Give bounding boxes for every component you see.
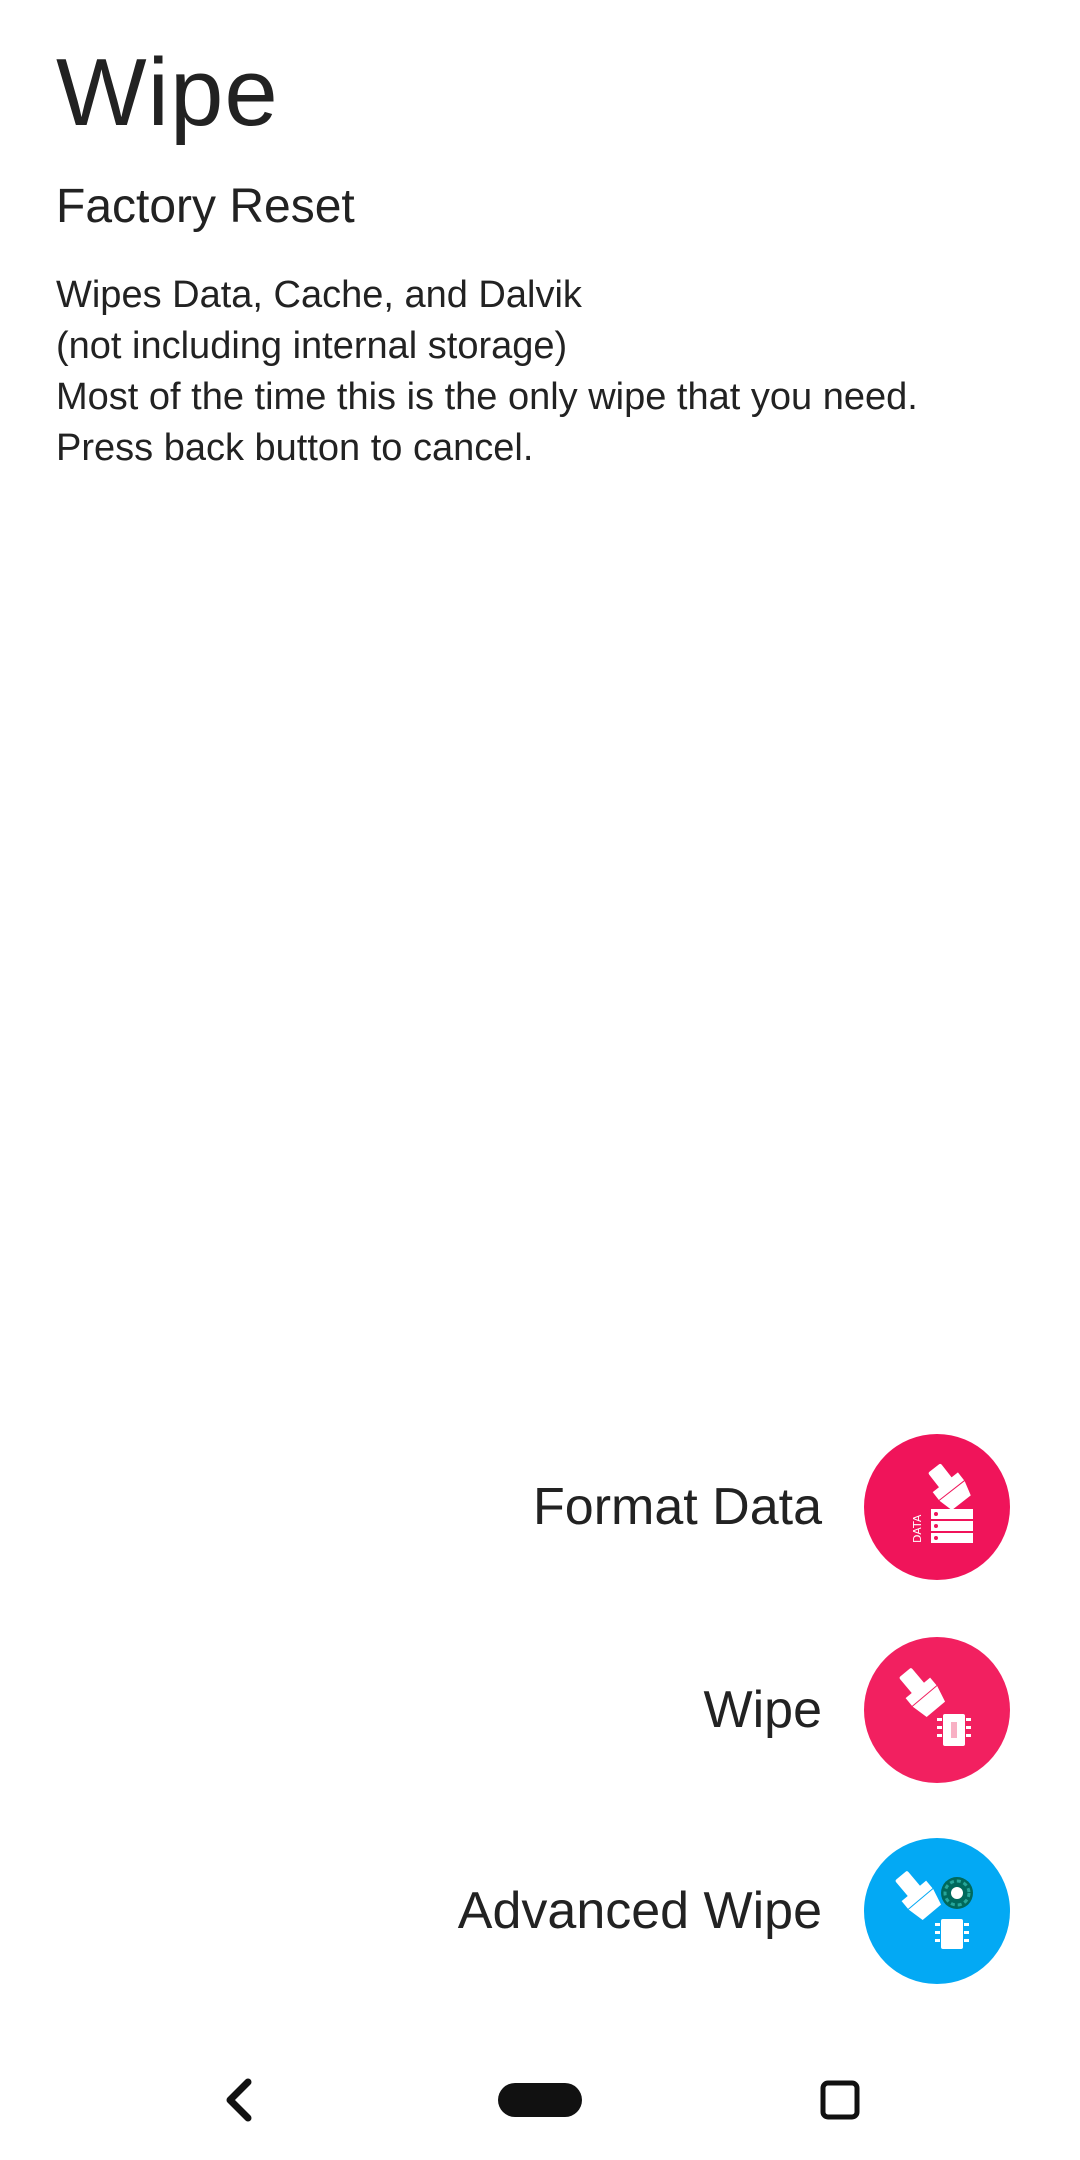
back-button[interactable] — [200, 2060, 280, 2140]
description-line: (not including internal storage) — [56, 325, 568, 367]
recents-icon — [820, 2080, 860, 2120]
svg-text:DATA: DATA — [911, 1514, 924, 1543]
advanced-wipe-label: Advanced Wipe — [457, 1882, 822, 1940]
format-data-icon: DATA — [911, 1463, 973, 1543]
page-title: Wipe — [56, 39, 279, 146]
format-data-button[interactable]: DATA — [864, 1434, 1010, 1580]
description: Wipes Data, Cache, and Dalvik (not inclu… — [56, 270, 1036, 474]
navigation-bar — [0, 2020, 1080, 2160]
advanced-wipe-icon — [895, 1871, 973, 1949]
description-line: Most of the time this is the only wipe t… — [56, 376, 918, 418]
recents-button[interactable] — [800, 2060, 880, 2140]
format-data-action[interactable]: Format Data DATA — [533, 1434, 1010, 1580]
wipe-screen: Wipe Factory Reset Wipes Data, Cache, an… — [0, 0, 1080, 2160]
back-icon — [226, 2078, 252, 2122]
wipe-action[interactable]: Wipe — [704, 1637, 1010, 1783]
description-line: Press back button to cancel. — [56, 427, 534, 469]
wipe-button[interactable] — [864, 1637, 1010, 1783]
home-button[interactable] — [495, 2060, 585, 2140]
format-data-label: Format Data — [533, 1478, 822, 1536]
home-pill-icon — [498, 2083, 582, 2117]
advanced-wipe-action[interactable]: Advanced Wipe — [458, 1838, 1010, 1984]
section-title: Factory Reset — [56, 180, 355, 233]
description-line: Wipes Data, Cache, and Dalvik — [56, 274, 582, 316]
wipe-icon — [899, 1668, 971, 1746]
advanced-wipe-button[interactable] — [864, 1838, 1010, 1984]
wipe-label: Wipe — [703, 1681, 822, 1739]
